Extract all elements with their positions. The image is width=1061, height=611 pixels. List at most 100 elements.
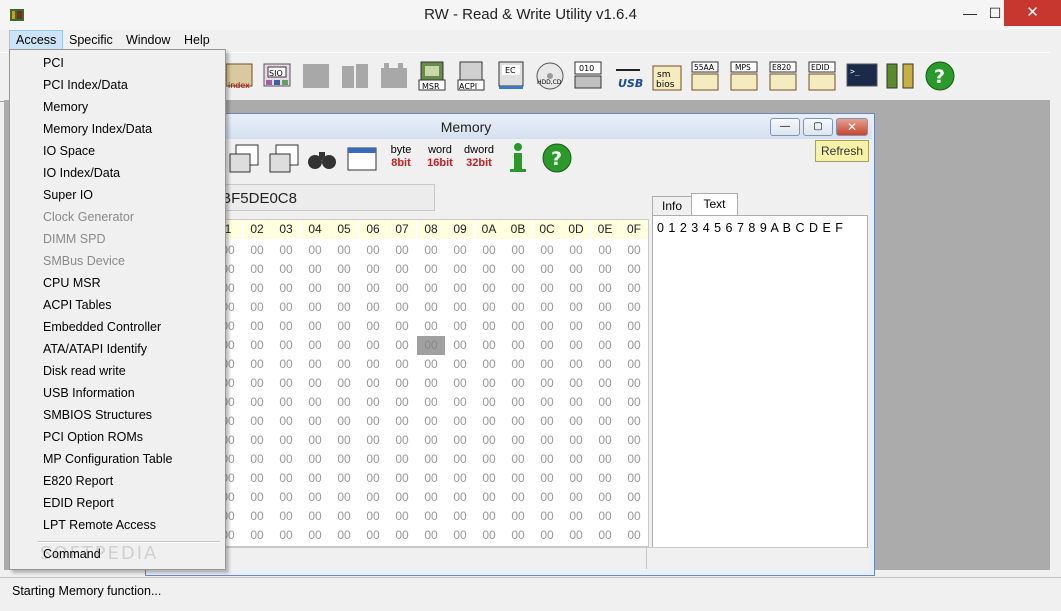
hex-cell[interactable]: 00: [359, 526, 387, 545]
menu-item-mp-configuration-table[interactable]: MP Configuration Table: [43, 448, 172, 470]
hex-cell[interactable]: 00: [562, 393, 590, 412]
menu-item-pci-option-roms[interactable]: PCI Option ROMs: [43, 426, 143, 448]
hex-cell[interactable]: 00: [562, 260, 590, 279]
save-page-icon[interactable]: [268, 142, 300, 174]
hex-cell[interactable]: 00: [359, 241, 387, 260]
hex-cell[interactable]: 00: [591, 241, 619, 260]
hex-cell[interactable]: 00: [620, 507, 648, 526]
hex-cell[interactable]: 00: [533, 374, 561, 393]
hex-cell[interactable]: 00: [243, 488, 271, 507]
open-page-icon[interactable]: [228, 142, 260, 174]
edid-report-icon[interactable]: EDID: [807, 58, 839, 92]
hex-cell[interactable]: 00: [533, 317, 561, 336]
menu-access[interactable]: Access: [9, 30, 64, 50]
hex-cell[interactable]: 00: [359, 412, 387, 431]
hex-cell[interactable]: 00: [504, 393, 532, 412]
hex-cell[interactable]: 00: [562, 355, 590, 374]
hex-cell[interactable]: 00: [272, 393, 300, 412]
hex-cell[interactable]: 00: [301, 488, 329, 507]
hex-cell[interactable]: 00: [359, 469, 387, 488]
hex-cell[interactable]: 00: [301, 317, 329, 336]
hex-cell[interactable]: 00: [388, 260, 416, 279]
hex-cell[interactable]: 00: [504, 412, 532, 431]
hex-cell[interactable]: 00: [620, 393, 648, 412]
hex-cell[interactable]: 00: [388, 526, 416, 545]
hex-cell[interactable]: 00: [330, 469, 358, 488]
hex-cell[interactable]: 00: [446, 488, 474, 507]
hex-cell[interactable]: 00: [533, 526, 561, 545]
super-io-icon[interactable]: SIO: [261, 58, 293, 92]
menu-item-io-space[interactable]: IO Space: [43, 140, 95, 162]
hex-cell[interactable]: 00: [562, 488, 590, 507]
hex-cell[interactable]: 00: [330, 507, 358, 526]
hex-cell[interactable]: 00: [446, 260, 474, 279]
hex-cell[interactable]: 00: [301, 260, 329, 279]
e820-report-icon[interactable]: E820: [768, 58, 800, 92]
hex-cell[interactable]: 00: [359, 488, 387, 507]
hex-cell[interactable]: 00: [301, 450, 329, 469]
menu-item-memory-index-data[interactable]: Memory Index/Data: [43, 118, 152, 140]
hex-cell[interactable]: 00: [475, 336, 503, 355]
hex-cell[interactable]: 00: [591, 393, 619, 412]
hex-cell[interactable]: 00: [591, 374, 619, 393]
hex-cell[interactable]: 00: [504, 336, 532, 355]
hex-cell[interactable]: 00: [330, 279, 358, 298]
hex-cell[interactable]: 00: [243, 393, 271, 412]
hex-cell[interactable]: 00: [562, 374, 590, 393]
hex-cell[interactable]: 00: [446, 355, 474, 374]
hex-cell[interactable]: 00: [533, 298, 561, 317]
hex-cell[interactable]: 00: [272, 469, 300, 488]
menu-item-smbios-structures[interactable]: SMBIOS Structures: [43, 404, 152, 426]
hex-cell[interactable]: 00: [417, 450, 445, 469]
hex-cell[interactable]: 00: [504, 507, 532, 526]
hex-cell[interactable]: 00: [591, 488, 619, 507]
hex-cell[interactable]: 00: [272, 317, 300, 336]
hex-cell[interactable]: 00: [388, 298, 416, 317]
hex-cell[interactable]: 00: [388, 393, 416, 412]
menu-item-command[interactable]: Command: [43, 543, 101, 565]
hex-cell[interactable]: 00: [243, 374, 271, 393]
hex-cell[interactable]: 00: [591, 279, 619, 298]
hex-cell[interactable]: 00: [359, 507, 387, 526]
hex-cell[interactable]: 00: [243, 355, 271, 374]
hex-cell[interactable]: 00: [533, 412, 561, 431]
hex-cell[interactable]: 00: [330, 355, 358, 374]
hex-cell[interactable]: 00: [359, 393, 387, 412]
help-icon[interactable]: ?: [924, 58, 956, 92]
hex-cell[interactable]: 00: [475, 431, 503, 450]
hex-cell[interactable]: 00: [591, 412, 619, 431]
menu-item-cpu-msr[interactable]: CPU MSR: [43, 272, 101, 294]
hex-cell[interactable]: 00: [272, 450, 300, 469]
hex-cell[interactable]: 00: [330, 431, 358, 450]
hex-cell[interactable]: 00: [504, 431, 532, 450]
hex-cell[interactable]: 00: [388, 279, 416, 298]
hex-cell[interactable]: 00: [533, 450, 561, 469]
menu-item-io-index-data[interactable]: IO Index/Data: [43, 162, 120, 184]
close-button[interactable]: ✕: [1004, 0, 1061, 26]
hex-cell[interactable]: 00: [243, 450, 271, 469]
menu-item-e820-report[interactable]: E820 Report: [43, 470, 113, 492]
hex-cell[interactable]: 00: [562, 412, 590, 431]
menu-window[interactable]: Window: [120, 31, 176, 49]
hex-cell[interactable]: 00: [475, 526, 503, 545]
hex-cell[interactable]: 00: [417, 526, 445, 545]
hex-cell[interactable]: 00: [272, 241, 300, 260]
hex-cell[interactable]: 00: [243, 279, 271, 298]
embedded-controller-icon[interactable]: EC: [495, 58, 527, 92]
hex-cell[interactable]: 00: [243, 507, 271, 526]
hex-cell[interactable]: 00: [417, 412, 445, 431]
hex-cell[interactable]: 00: [388, 374, 416, 393]
hex-cell[interactable]: 00: [533, 469, 561, 488]
hex-cell[interactable]: 00: [475, 488, 503, 507]
hex-cell[interactable]: 00: [417, 260, 445, 279]
hex-cell[interactable]: 00: [330, 241, 358, 260]
menu-item-embedded-controller[interactable]: Embedded Controller: [43, 316, 161, 338]
hex-cell[interactable]: 00: [388, 450, 416, 469]
hex-cell[interactable]: 00: [475, 317, 503, 336]
hex-cell[interactable]: 00: [359, 336, 387, 355]
hex-cell[interactable]: 00: [591, 450, 619, 469]
hex-cell[interactable]: 00: [620, 317, 648, 336]
hex-cell[interactable]: 00: [562, 298, 590, 317]
hex-cell[interactable]: 00: [417, 279, 445, 298]
hex-cell[interactable]: 00: [620, 431, 648, 450]
